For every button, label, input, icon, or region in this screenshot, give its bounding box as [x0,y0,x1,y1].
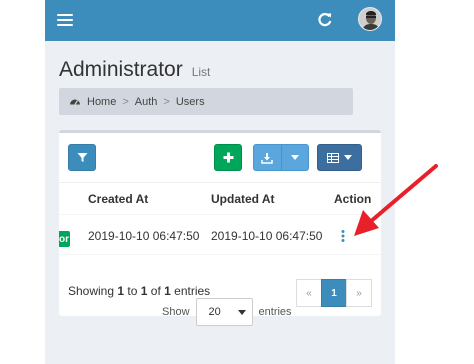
page-subtitle: List [191,65,211,79]
breadcrumb: Home > Auth > Users [59,88,353,115]
export-button[interactable] [253,144,309,171]
updated-at-cell: 2019-10-10 06:47:50 [211,228,323,243]
chevron-down-icon [344,154,352,161]
entries-label: entries [258,306,292,318]
column-header-created-at[interactable]: Created At [88,183,148,214]
column-header-action: Action [334,191,372,206]
app-frame: Administrator List Home > Auth > Users C… [45,0,395,364]
page-title: Administrator [59,58,183,81]
add-button[interactable] [214,144,242,171]
filter-icon [77,152,88,163]
avatar[interactable] [358,7,382,31]
pagination-prev[interactable]: « [296,279,322,307]
breadcrumb-home[interactable]: Home [87,96,116,108]
users-grid-box: Created At Updated At Action or 2019-10-… [59,130,381,326]
dashboard-icon [69,96,81,108]
download-icon [254,145,281,170]
chevron-down-icon[interactable] [280,145,308,170]
content-header: Administrator List [59,58,210,82]
role-label: or [59,231,70,247]
per-page-select[interactable]: 20 [195,298,253,326]
filter-button[interactable] [68,144,96,171]
breadcrumb-separator: > [122,95,129,108]
pagination-page-1[interactable]: 1 [321,279,347,307]
caret-down-icon [237,310,246,315]
breadcrumb-users: Users [175,95,205,108]
column-header-updated-at[interactable]: Updated At [211,183,275,214]
entries-info: Showing 1 to 1 of 1 entries [68,284,211,298]
show-label: Show [162,306,190,318]
table-row: or 2019-10-10 06:47:50 2019-10-10 06:47:… [59,217,381,255]
pagination: « 1 » [296,279,372,307]
breadcrumb-separator: > [163,95,170,108]
breadcrumb-auth[interactable]: Auth [135,96,158,108]
plus-icon [223,152,234,163]
table-header: Created At Updated At Action [59,182,381,215]
pagination-next[interactable]: » [346,279,372,307]
per-page-control: Show 20 entries [162,298,292,326]
columns-button[interactable] [317,144,362,171]
refresh-icon[interactable] [315,10,335,30]
menu-icon[interactable] [57,12,73,28]
created-at-cell: 2019-10-10 06:47:50 [88,228,200,243]
ellipsis-vertical-icon[interactable] [341,217,345,254]
top-navbar [45,0,395,41]
table-icon [327,152,339,163]
